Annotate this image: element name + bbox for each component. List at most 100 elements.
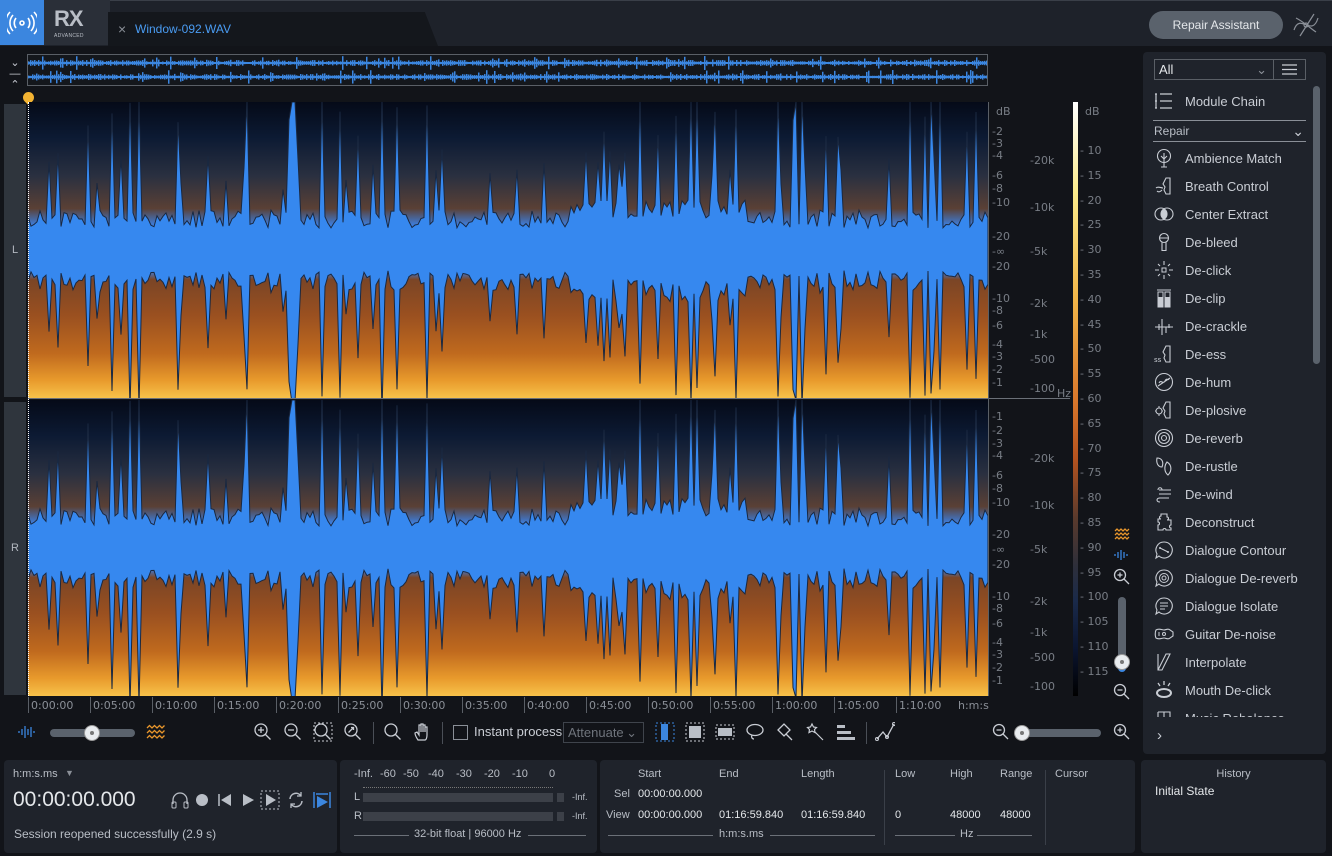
waveform-overview[interactable]	[27, 54, 988, 86]
low-freq-field[interactable]: 0	[895, 809, 901, 821]
magic-wand-icon[interactable]	[805, 722, 825, 742]
play-from-cursor-icon[interactable]	[312, 790, 332, 810]
module-item[interactable]: De-wind	[1153, 480, 1308, 508]
frequency-selection-icon[interactable]	[715, 722, 735, 742]
module-item[interactable]: De-bleed	[1153, 228, 1308, 256]
overview-peak	[780, 60, 782, 66]
module-item[interactable]: De-hum	[1153, 368, 1308, 396]
waveform-view-icon[interactable]	[1114, 548, 1130, 562]
view-start-field[interactable]: 00:00:00.000	[638, 809, 702, 821]
vertical-zoom-in-icon[interactable]	[1113, 568, 1131, 586]
module-item[interactable]: De-crackle	[1153, 312, 1308, 340]
collapse-overview-button[interactable]: ⌄ ― ⌃	[8, 58, 22, 91]
repair-assistant-button[interactable]: Repair Assistant	[1149, 11, 1283, 39]
module-item[interactable]: Dialogue Contour	[1153, 536, 1308, 564]
instant-process-checkbox[interactable]	[453, 725, 468, 740]
view-length-field[interactable]: 01:16:59.840	[801, 809, 865, 821]
category-repair-header[interactable]: Repair ⌄	[1153, 120, 1306, 142]
module-item[interactable]: Breath Control	[1153, 172, 1308, 200]
overview-peak	[782, 75, 784, 79]
module-item[interactable]: Ambience Match	[1153, 144, 1308, 172]
module-item[interactable]: De-rustle	[1153, 452, 1308, 480]
module-item[interactable]: Dialogue De-reverb	[1153, 564, 1308, 592]
module-item[interactable]: Guitar De-noise	[1153, 620, 1308, 648]
module-item[interactable]: Interpolate	[1153, 648, 1308, 676]
module-item[interactable]: Dialogue Isolate	[1153, 592, 1308, 620]
spectrogram-view-icon[interactable]	[1114, 528, 1130, 542]
overview-peak	[894, 75, 896, 79]
horizontal-zoom-thumb[interactable]	[1015, 726, 1029, 740]
time-ruler[interactable]: 0:00:00 0:05:00 0:10:00 0:15:00 0:20:00 0:25:…	[28, 697, 988, 715]
range-header: Range	[1000, 768, 1033, 780]
view-end-field[interactable]: 01:16:59.840	[719, 809, 783, 821]
module-list-menu-button[interactable]	[1273, 59, 1306, 80]
headphones-icon[interactable]	[170, 790, 190, 810]
play-icon[interactable]	[238, 790, 258, 810]
module-item[interactable]: ss De-ess	[1153, 340, 1308, 368]
chevron-down-icon[interactable]: ▼	[65, 768, 74, 778]
blend-slider-thumb[interactable]	[85, 726, 99, 740]
module-item[interactable]: Mouth De-click	[1153, 676, 1308, 704]
channel-label-right[interactable]: R	[4, 402, 26, 695]
spectrogram-view[interactable]	[28, 102, 988, 696]
meter-right-clip[interactable]	[557, 812, 564, 821]
harmonic-selection-icon[interactable]	[835, 722, 855, 742]
skip-to-start-icon[interactable]	[215, 790, 235, 810]
module-list-scrollbar[interactable]	[1313, 86, 1320, 364]
module-item[interactable]: De-plosive	[1153, 396, 1308, 424]
zoom-in-icon[interactable]	[253, 722, 273, 742]
fade-tool-icon[interactable]	[875, 722, 896, 742]
module-item[interactable]: De-reverb	[1153, 424, 1308, 452]
zoom-out-icon[interactable]	[283, 722, 303, 742]
overview-peak	[570, 61, 572, 65]
module-chain-item[interactable]: Module Chain	[1153, 87, 1308, 115]
module-item[interactable]: Deconstruct	[1153, 508, 1308, 536]
izotope-logo-icon[interactable]	[0, 0, 44, 45]
meter-left-clip[interactable]	[557, 793, 564, 802]
module-item[interactable]: Music Rebalance	[1153, 704, 1308, 717]
vertical-zoom-thumb[interactable]	[1115, 655, 1129, 669]
brush-icon[interactable]	[775, 722, 795, 742]
zoom-to-selection-icon[interactable]	[313, 722, 333, 742]
overview-peak	[810, 75, 812, 79]
channel-label-left[interactable]: L	[4, 104, 26, 397]
time-format-label[interactable]: h:m:s.ms	[13, 768, 58, 780]
lasso-icon[interactable]	[745, 722, 765, 742]
range-freq-field[interactable]: 48000	[1000, 809, 1031, 821]
waveform-only-icon[interactable]	[17, 724, 37, 740]
module-item[interactable]: De-click	[1153, 256, 1308, 284]
high-freq-field[interactable]: 48000	[950, 809, 981, 821]
horizontal-zoom-in-icon[interactable]	[1113, 723, 1131, 741]
overview-peak	[364, 61, 366, 65]
instant-process-mode-dropdown[interactable]: Attenuate ⌄	[563, 722, 644, 743]
sel-start-field[interactable]: 00:00:00.000	[638, 788, 702, 800]
file-tab[interactable]: × Window-092.WAV	[108, 12, 438, 46]
horizontal-zoom-out-icon[interactable]	[992, 723, 1010, 741]
play-selection-icon[interactable]	[260, 790, 280, 810]
time-frequency-selection-icon[interactable]	[685, 722, 705, 742]
connect-tools-icon[interactable]	[1290, 10, 1322, 40]
module-item[interactable]: Center Extract	[1153, 200, 1308, 228]
record-icon[interactable]	[192, 790, 212, 810]
module-item[interactable]: De-clip	[1153, 284, 1308, 312]
overview-peak	[904, 61, 906, 65]
overview-peak	[724, 75, 726, 79]
overview-peak	[42, 56, 44, 70]
instant-process-label[interactable]: Instant process	[474, 724, 562, 739]
close-icon[interactable]: ×	[118, 21, 126, 37]
channel-right-display[interactable]	[28, 400, 988, 696]
overview-peak	[742, 70, 744, 84]
time-selection-icon[interactable]	[655, 722, 675, 742]
zoom-full-icon[interactable]	[343, 722, 363, 742]
overview-peak	[920, 75, 922, 79]
chevron-right-icon[interactable]: ›	[1157, 727, 1162, 744]
history-item[interactable]: Initial State	[1155, 784, 1214, 798]
vertical-zoom-out-icon[interactable]	[1113, 683, 1131, 701]
module-filter-dropdown[interactable]: All ⌄	[1154, 59, 1274, 80]
hand-tool-icon[interactable]	[413, 722, 433, 742]
spectrogram-only-icon[interactable]	[146, 724, 166, 740]
zoom-tool-icon[interactable]	[383, 722, 403, 742]
overview-peak	[468, 61, 470, 65]
channel-left-display[interactable]	[28, 102, 988, 398]
loop-icon[interactable]	[286, 790, 306, 810]
